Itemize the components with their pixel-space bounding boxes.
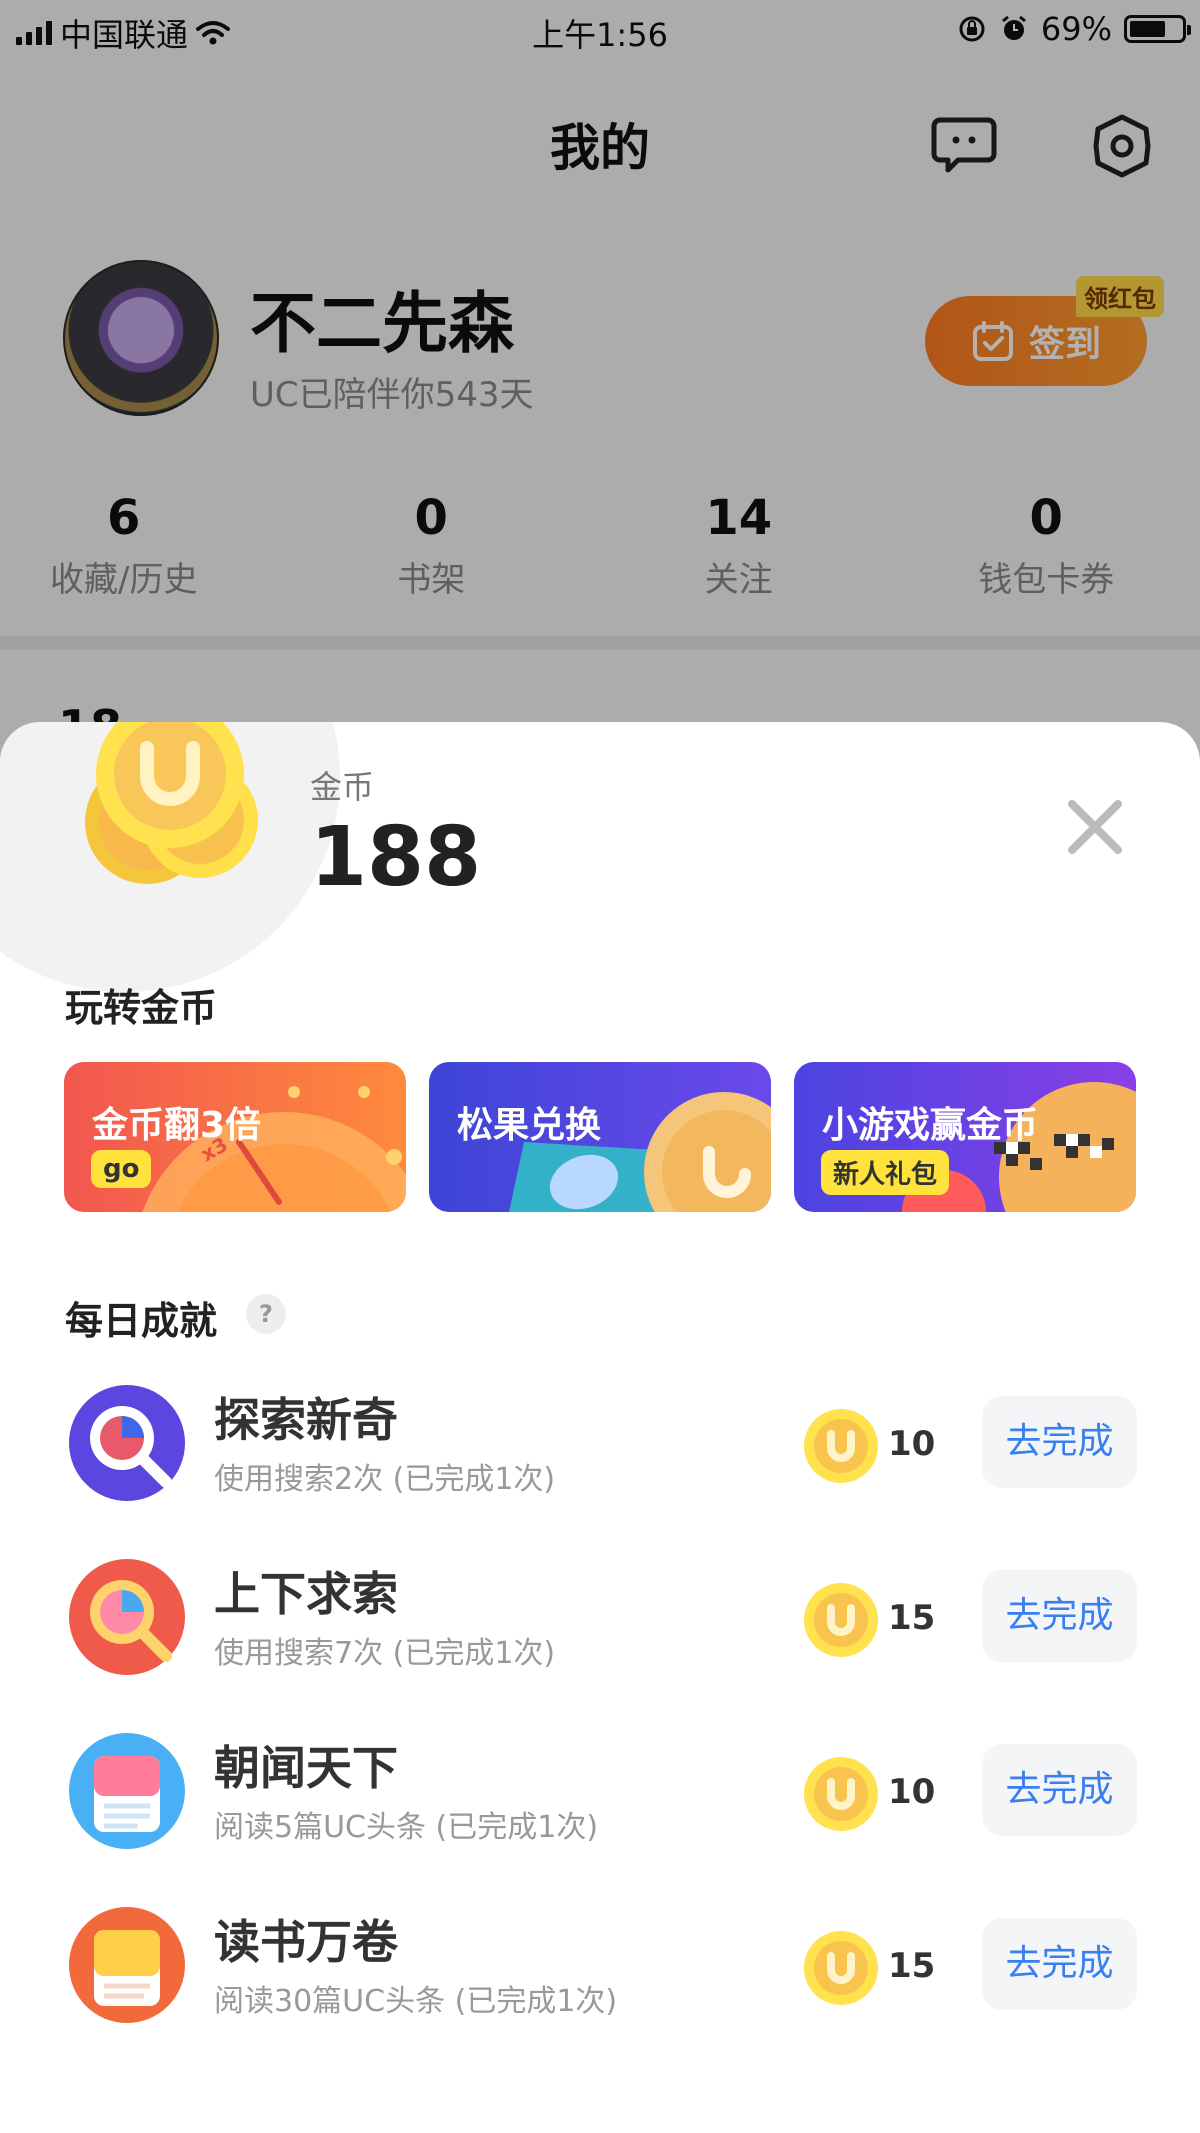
promo-title: 金币翻3倍: [92, 1105, 262, 1146]
task-reward: 10: [888, 1424, 936, 1464]
search-discover-icon: [69, 1385, 185, 1501]
task-desc: 阅读5篇UC头条 (已完成1次): [214, 1810, 599, 1845]
task-row: 朝闻天下 阅读5篇UC头条 (已完成1次) 10 去完成: [0, 1722, 1200, 1862]
task-name: 读书万卷: [214, 1915, 398, 1969]
promo-tag: go: [91, 1150, 152, 1188]
task-name: 探索新奇: [214, 1393, 398, 1447]
daily-achievements-title: 每日成就: [65, 1299, 218, 1343]
promo-card-minigame[interactable]: 小游戏赢金币 新人礼包: [794, 1062, 1136, 1212]
help-icon[interactable]: ?: [246, 1294, 286, 1334]
task-reward: 15: [888, 1598, 936, 1638]
play-coins-title: 玩转金币: [65, 986, 218, 1030]
promo-tag: 新人礼包: [821, 1150, 950, 1195]
search-explore-icon: [69, 1559, 185, 1675]
promo-title: 松果兑换: [457, 1105, 602, 1146]
coin-icon: [804, 1757, 878, 1831]
close-icon[interactable]: [1060, 792, 1130, 862]
coin-icon: [804, 1583, 878, 1657]
complete-task-button[interactable]: 去完成: [982, 1570, 1137, 1662]
coin-sheet: 金币 188 玩转金币 x3 金币翻3倍 go 松果兑换 小游戏赢金币 新人礼包…: [0, 722, 1200, 2133]
promo-card-triple[interactable]: x3 金币翻3倍 go: [64, 1062, 406, 1212]
coin-balance: 188: [310, 810, 482, 905]
task-reward: 10: [888, 1772, 936, 1812]
task-name: 朝闻天下: [214, 1741, 398, 1795]
task-reward: 15: [888, 1946, 936, 1986]
complete-task-button[interactable]: 去完成: [982, 1918, 1137, 2010]
complete-task-button[interactable]: 去完成: [982, 1396, 1137, 1488]
task-row: 上下求索 使用搜索7次 (已完成1次) 15 去完成: [0, 1548, 1200, 1688]
coin-icon: [804, 1931, 878, 2005]
task-row: 探索新奇 使用搜索2次 (已完成1次) 10 去完成: [0, 1374, 1200, 1514]
promo-title: 小游戏赢金币: [822, 1105, 1039, 1146]
news-icon: [69, 1733, 185, 1849]
coin-label: 金币: [310, 768, 375, 806]
task-row: 读书万卷 阅读30篇UC头条 (已完成1次) 15 去完成: [0, 1896, 1200, 2036]
coin-icon: [804, 1409, 878, 1483]
coin-stack-icon: [85, 722, 258, 884]
task-desc: 阅读30篇UC头条 (已完成1次): [214, 1984, 618, 2019]
reading-icon: [69, 1907, 185, 2023]
task-desc: 使用搜索2次 (已完成1次): [214, 1462, 556, 1497]
promo-card-pinecone[interactable]: 松果兑换: [429, 1062, 771, 1212]
task-desc: 使用搜索7次 (已完成1次): [214, 1636, 556, 1671]
complete-task-button[interactable]: 去完成: [982, 1744, 1137, 1836]
task-name: 上下求索: [214, 1567, 398, 1621]
